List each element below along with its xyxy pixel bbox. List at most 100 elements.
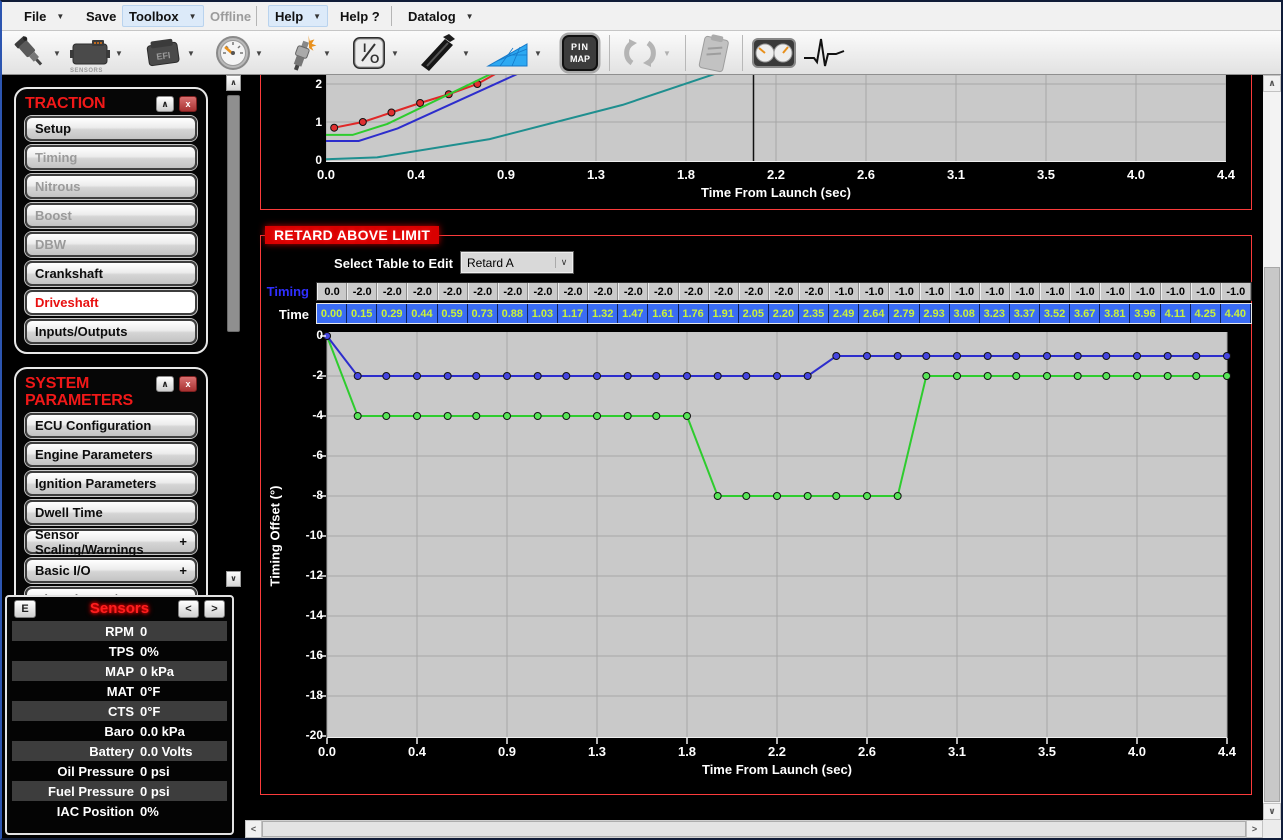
spark-plug-icon[interactable]: ▼: [284, 33, 331, 73]
time-cell[interactable]: 4.40: [1221, 304, 1251, 323]
time-cell[interactable]: 1.32: [588, 304, 618, 323]
timing-cell[interactable]: -2.0: [407, 283, 437, 300]
timing-cell[interactable]: -2.0: [438, 283, 468, 300]
timing-cell[interactable]: -1.0: [1191, 283, 1221, 300]
timing-cell[interactable]: -2.0: [588, 283, 618, 300]
sidebar-scroll-down-icon[interactable]: ∨: [226, 571, 241, 587]
chevron-down-icon[interactable]: ▼: [391, 49, 399, 58]
sidebar-button-dbw[interactable]: DBW: [25, 232, 197, 257]
sidebar-button-engine-parameters[interactable]: Engine Parameters: [25, 442, 197, 467]
menu-file[interactable]: File▼: [18, 5, 70, 27]
belt-icon[interactable]: ▼: [417, 33, 470, 73]
sync-icon[interactable]: ▼: [620, 33, 671, 73]
retard-chart-plot[interactable]: [327, 332, 1227, 738]
clipboard-icon[interactable]: [694, 33, 734, 73]
time-cell[interactable]: 0.29: [377, 304, 407, 323]
surface-3d-icon[interactable]: ▼: [485, 33, 542, 73]
sidebar-button-setup[interactable]: Setup: [25, 116, 197, 141]
pulse-icon[interactable]: [802, 33, 846, 73]
timing-cell[interactable]: -1.0: [859, 283, 889, 300]
sidebar-button-closed-loop-learn[interactable]: Closed Loop/Learn+: [25, 587, 197, 595]
menu-help-[interactable]: Help ?: [334, 5, 386, 27]
chevron-down-icon[interactable]: ∨: [555, 257, 572, 268]
menu-offline[interactable]: Offline: [204, 5, 257, 27]
time-cell[interactable]: 1.76: [679, 304, 709, 323]
scroll-right-icon[interactable]: >: [1246, 820, 1263, 838]
timing-cell[interactable]: -2.0: [679, 283, 709, 300]
timing-cell[interactable]: -1.0: [950, 283, 980, 300]
time-cell[interactable]: 0.15: [347, 304, 377, 323]
timing-cell[interactable]: -2.0: [769, 283, 799, 300]
io-icon[interactable]: I O▼: [350, 33, 399, 73]
sidebar-button-inputs-outputs[interactable]: Inputs/Outputs: [25, 319, 197, 344]
top-chart-plot[interactable]: [326, 75, 1226, 162]
timing-cell[interactable]: -2.0: [739, 283, 769, 300]
time-cell[interactable]: 1.03: [528, 304, 558, 323]
sidebar-button-crankshaft[interactable]: Crankshaft: [25, 261, 197, 286]
pin-map-icon[interactable]: PIN MAP: [559, 33, 601, 73]
sidebar-button-driveshaft[interactable]: Driveshaft: [25, 290, 197, 315]
panel-close-icon[interactable]: x: [179, 376, 197, 392]
time-cell[interactable]: 1.91: [709, 304, 739, 323]
time-cell[interactable]: 0.59: [438, 304, 468, 323]
vertical-scrollbar[interactable]: ∧ ∨: [1263, 75, 1281, 820]
time-cell[interactable]: 3.23: [980, 304, 1010, 323]
sidebar-scroll-thumb[interactable]: [227, 95, 240, 332]
timing-cell[interactable]: -2.0: [799, 283, 829, 300]
horizontal-scroll-thumb[interactable]: [262, 821, 1246, 837]
time-cell[interactable]: 2.79: [889, 304, 919, 323]
sidebar-button-nitrous[interactable]: Nitrous: [25, 174, 197, 199]
horizontal-scrollbar[interactable]: < >: [245, 820, 1263, 838]
time-cell[interactable]: 0.88: [498, 304, 528, 323]
sidebar-button-ignition-parameters[interactable]: Ignition Parameters: [25, 471, 197, 496]
scroll-down-icon[interactable]: ∨: [1263, 803, 1281, 820]
timing-cell[interactable]: -1.0: [1221, 283, 1251, 300]
holley-efi-icon[interactable]: EFI▼: [142, 33, 195, 73]
sidebar-scroll-up-icon[interactable]: ∧: [226, 75, 241, 91]
time-cell[interactable]: 3.81: [1100, 304, 1130, 323]
time-cell[interactable]: 0.00: [317, 304, 347, 323]
sidebar-button-sensor-scaling-warnings[interactable]: Sensor Scaling/Warnings+: [25, 529, 197, 554]
sidebar-button-boost[interactable]: Boost: [25, 203, 197, 228]
timing-cell[interactable]: -2.0: [498, 283, 528, 300]
time-cell[interactable]: 1.17: [558, 304, 588, 323]
panel-close-icon[interactable]: x: [179, 96, 197, 112]
timing-cell[interactable]: -1.0: [1040, 283, 1070, 300]
timing-cell[interactable]: -1.0: [889, 283, 919, 300]
chevron-down-icon[interactable]: ▼: [255, 49, 263, 58]
chevron-down-icon[interactable]: ▼: [663, 49, 671, 58]
sensors-next-button[interactable]: >: [204, 600, 225, 618]
timing-cell[interactable]: -2.0: [618, 283, 648, 300]
chevron-down-icon[interactable]: ▼: [115, 49, 123, 58]
time-cell[interactable]: 1.61: [648, 304, 678, 323]
chevron-down-icon[interactable]: ▼: [53, 49, 61, 58]
timing-cell[interactable]: -1.0: [829, 283, 859, 300]
timing-cell[interactable]: -1.0: [1100, 283, 1130, 300]
sidebar-button-ecu-configuration[interactable]: ECU Configuration: [25, 413, 197, 438]
timing-cell[interactable]: 0.0: [317, 283, 347, 300]
time-cell[interactable]: 3.08: [950, 304, 980, 323]
time-cell[interactable]: 2.49: [829, 304, 859, 323]
panel-collapse-icon[interactable]: ∧: [156, 376, 174, 392]
gauge-icon[interactable]: ▼: [214, 33, 263, 73]
time-cell[interactable]: 2.93: [920, 304, 950, 323]
panel-collapse-icon[interactable]: ∧: [156, 96, 174, 112]
timing-cell[interactable]: -2.0: [648, 283, 678, 300]
chevron-down-icon[interactable]: ▼: [187, 49, 195, 58]
chevron-down-icon[interactable]: ▼: [534, 49, 542, 58]
timing-cell[interactable]: -1.0: [1070, 283, 1100, 300]
timing-cell[interactable]: -1.0: [1130, 283, 1160, 300]
sensors-icon[interactable]: SENSORS▼: [68, 33, 123, 73]
vertical-scroll-thumb[interactable]: [1264, 267, 1280, 802]
timing-cell[interactable]: -2.0: [377, 283, 407, 300]
scroll-up-icon[interactable]: ∧: [1263, 75, 1281, 92]
time-cell[interactable]: 4.25: [1191, 304, 1221, 323]
time-cell[interactable]: 2.35: [799, 304, 829, 323]
time-cell[interactable]: 3.52: [1040, 304, 1070, 323]
time-cell[interactable]: 3.96: [1130, 304, 1160, 323]
chevron-down-icon[interactable]: ▼: [323, 49, 331, 58]
menu-save[interactable]: Save: [80, 5, 122, 27]
sidebar-button-dwell-time[interactable]: Dwell Time: [25, 500, 197, 525]
menu-datalog[interactable]: Datalog▼: [402, 5, 480, 27]
timing-cell[interactable]: -1.0: [1010, 283, 1040, 300]
